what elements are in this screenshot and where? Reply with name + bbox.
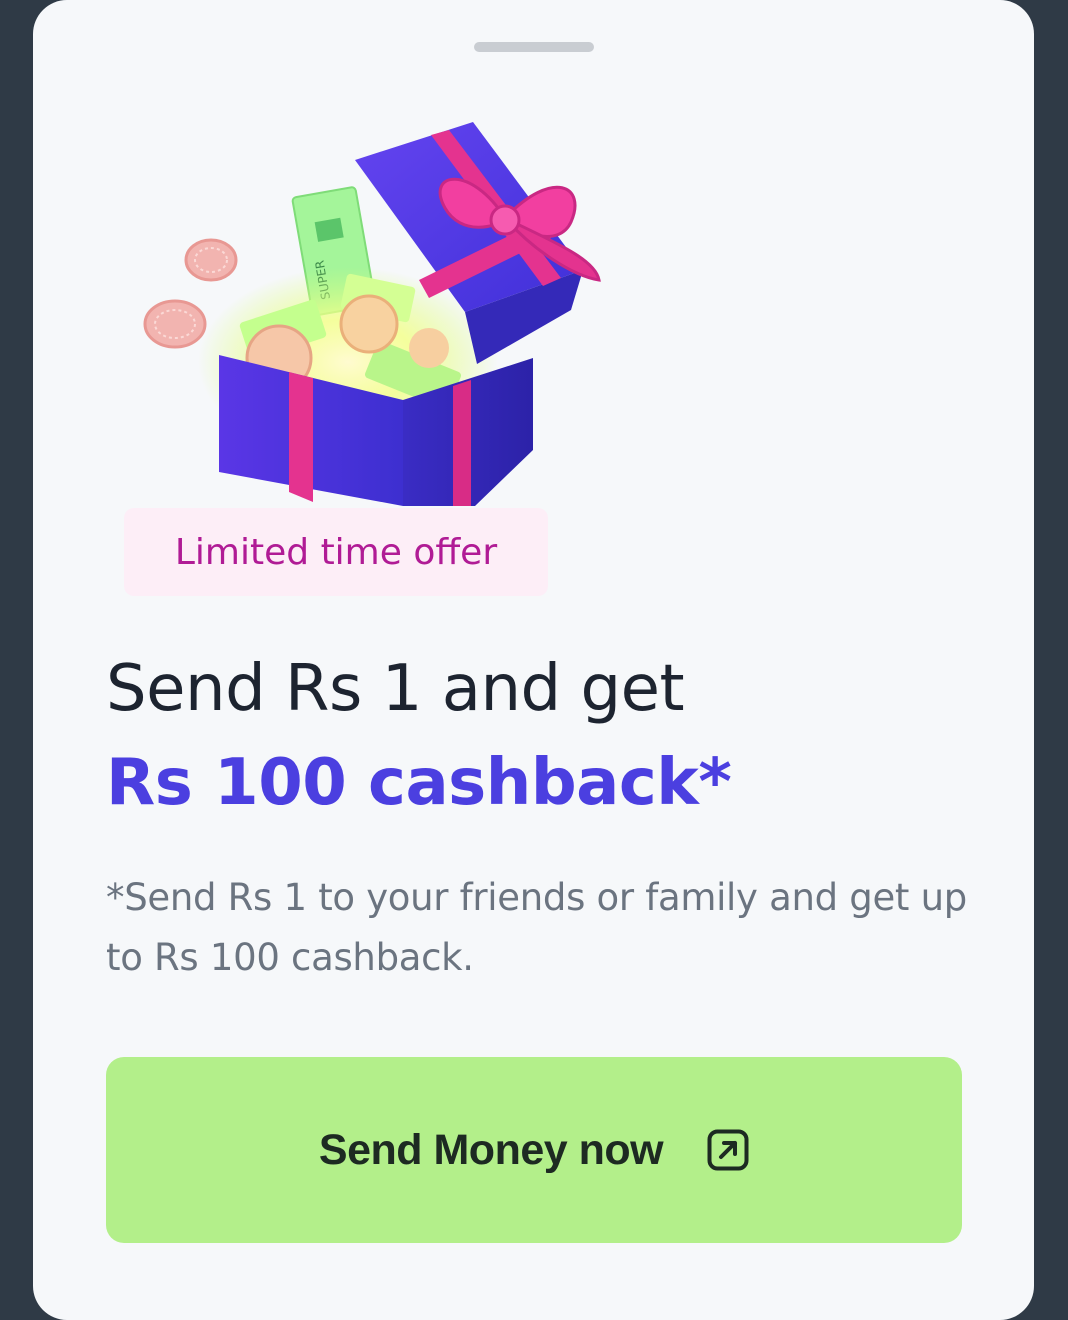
coin-icon: [184, 238, 238, 282]
send-money-button[interactable]: Send Money now: [106, 1057, 962, 1243]
gift-box-illustration: SUPER: [143, 122, 601, 506]
limited-offer-badge: Limited time offer: [124, 508, 548, 596]
cashback-amount: Rs 100 cashback*: [106, 746, 732, 820]
coin-icon: [143, 299, 207, 349]
external-link-arrow-icon: [707, 1129, 749, 1171]
drag-handle[interactable]: [474, 42, 594, 52]
offer-headline-line1: Send Rs 1 and get: [106, 652, 685, 726]
offer-terms-note: *Send Rs 1 to your friends or family and…: [106, 876, 967, 979]
bottom-sheet: SUPER: [33, 0, 1034, 1320]
offer-headline: Send Rs 1 and get Rs 100 cashback*: [106, 650, 986, 822]
send-money-label: Send Money now: [318, 1125, 664, 1174]
